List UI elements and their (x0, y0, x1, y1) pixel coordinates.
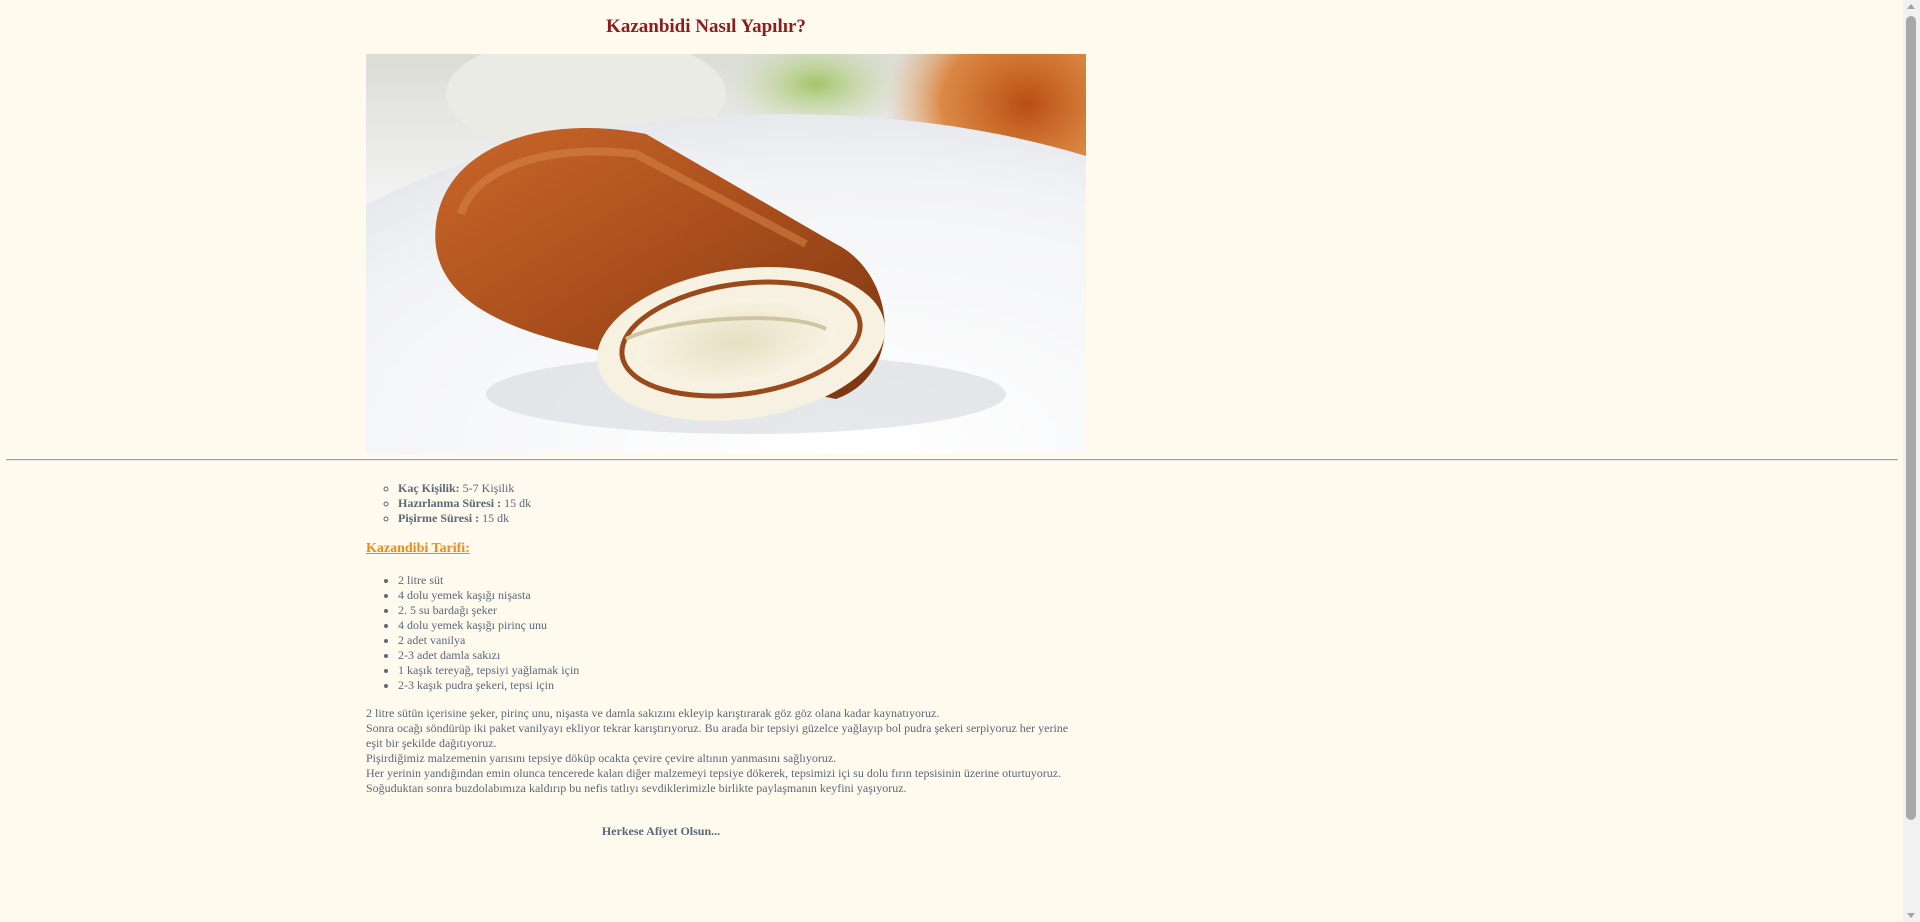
prep-time-item: Hazırlanma Süresi : 15 dk (398, 496, 531, 511)
recipe-page: Kazanbidi Nasıl Yapılır? ◦ Kaç Kişilik: … (0, 0, 1920, 922)
kazandibi-photo (366, 54, 1086, 454)
cook-time-label: Pişirme Süresi : (398, 511, 480, 525)
prep-time-label: Hazırlanma Süresi : (398, 496, 502, 510)
ingredient-item: 2 litre süt (398, 573, 579, 588)
instructions-text: 2 litre sütün içerisine şeker, pirinç un… (366, 706, 1086, 796)
ingredient-item: 2-3 kaşık pudra şekeri, tepsi için (398, 678, 579, 693)
cook-time-value: 15 dk (479, 511, 510, 525)
ingredients-list: 2 litre süt 4 dolu yemek kaşığı nişasta … (366, 573, 579, 693)
ingredient-item: 2 adet vanilya (398, 633, 579, 648)
instruction-line: Pişirdiğimiz malzemenin yarısını tepsiye… (366, 751, 837, 765)
servings-label: Kaç Kişilik: (398, 481, 460, 495)
ingredient-item: 2. 5 su bardağı şeker (398, 603, 579, 618)
recipe-info-list: Kaç Kişilik: 5-7 Kişilik Hazırlanma Süre… (366, 481, 531, 526)
vertical-scrollbar[interactable] (1903, 0, 1920, 922)
ingredient-item: 4 dolu yemek kaşığı pirinç unu (398, 618, 579, 633)
closing-message: Herkese Afiyet Olsun... (601, 824, 721, 838)
scroll-down-icon[interactable] (1907, 913, 1915, 918)
page-title: Kazanbidi Nasıl Yapılır? (606, 16, 806, 37)
ingredient-item: 1 kaşık tereyağ, tepsiyi yağlamak için (398, 663, 579, 678)
prep-time-value: 15 dk (501, 496, 532, 510)
instruction-line: Soğuduktan sonra buzdolabımıza kaldırıp … (366, 781, 907, 795)
instruction-line: 2 litre sütün içerisine şeker, pirinç un… (366, 706, 940, 720)
section-divider (6, 459, 1898, 461)
servings-item: Kaç Kişilik: 5-7 Kişilik (398, 481, 531, 496)
ingredient-item: 2-3 adet damla sakızı (398, 648, 579, 663)
instruction-line: Sonra ocağı söndürüp iki paket vanilyayı… (366, 721, 1069, 750)
scroll-up-icon[interactable] (1907, 4, 1915, 9)
scrollbar-thumb[interactable] (1906, 16, 1916, 820)
servings-value: 5-7 Kişilik (459, 481, 515, 495)
recipe-heading: Kazandibi Tarifi: (366, 541, 470, 556)
instruction-line: Her yerinin yandığından emin olunca tenc… (366, 766, 1062, 780)
cook-time-item: Pişirme Süresi : 15 dk (398, 511, 531, 526)
ingredient-item: 4 dolu yemek kaşığı nişasta (398, 588, 579, 603)
